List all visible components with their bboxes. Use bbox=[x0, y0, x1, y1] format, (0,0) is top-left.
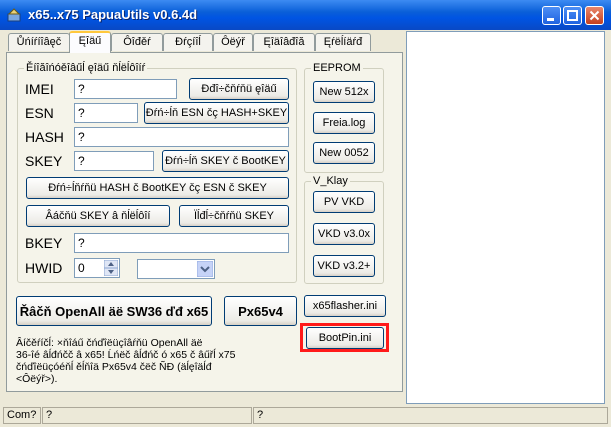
hwid-select[interactable] bbox=[137, 259, 215, 279]
vkd-v32-button[interactable]: VKD v3.2+ bbox=[313, 255, 375, 277]
minimize-button[interactable] bbox=[542, 6, 561, 25]
warning-note: Âíčěŕíčĺ: ×ňîáű čńďîëüçîâŕňü OpenAll äë … bbox=[16, 337, 236, 385]
chevron-down-icon[interactable] bbox=[197, 261, 213, 277]
pv-vkd-button[interactable]: PV VKD bbox=[313, 191, 375, 213]
app-window: x65..x75 PapuaUtils v0.6.4d Ůńíŕíîâęč Ęî… bbox=[0, 0, 611, 427]
px65v4-button[interactable]: Px65v4 bbox=[224, 296, 297, 326]
minimize-icon bbox=[547, 18, 554, 21]
bkey-input[interactable]: ? bbox=[74, 233, 289, 253]
spinner-arrows-icon[interactable] bbox=[104, 260, 118, 276]
status-com: Com? bbox=[3, 407, 41, 424]
tab-codes[interactable]: Ęîäű bbox=[69, 31, 111, 53]
tab-flash[interactable]: Ôëýř bbox=[213, 33, 253, 51]
calc-esn-button[interactable]: Đŕń÷ĺň ESN čç HASH+SKEY bbox=[144, 102, 289, 124]
bootpin-highlight-frame bbox=[300, 323, 389, 352]
status-cell-2: ? bbox=[42, 407, 252, 424]
x65flasher-ini-button[interactable]: x65flasher.ini bbox=[304, 295, 386, 317]
skey-label: SKEY bbox=[25, 153, 63, 169]
close-icon bbox=[589, 10, 600, 21]
imei-input[interactable]: ? bbox=[74, 79, 177, 99]
tab-misc[interactable]: Đŕçíîĺ bbox=[163, 33, 213, 51]
write-skey-button[interactable]: Âáčňü SKEY â ňĺëĺôîí bbox=[26, 205, 170, 227]
freia-log-button[interactable]: Freia.log bbox=[313, 112, 375, 134]
openall-button[interactable]: Řâčň OpenAll äë SW36 ďđ x65 bbox=[16, 296, 212, 326]
vkd-v30x-button[interactable]: VKD v3.0x bbox=[313, 223, 375, 245]
maximize-icon bbox=[567, 10, 578, 21]
hwid-label: HWID bbox=[25, 260, 63, 276]
imei-label: IMEI bbox=[25, 81, 54, 97]
esn-input[interactable]: ? bbox=[74, 103, 138, 123]
eeprom-group-title: EEPROM bbox=[311, 62, 363, 74]
hash-input[interactable]: ? bbox=[74, 127, 289, 147]
calc-hash-bootkey-button[interactable]: Đŕń÷ĺňŕňü HASH č BootKEY čç ESN č SKEY bbox=[26, 177, 289, 199]
title-bar[interactable]: x65..x75 PapuaUtils v0.6.4d bbox=[0, 0, 611, 30]
bkey-label: BKEY bbox=[25, 235, 63, 251]
reread-skey-button[interactable]: Ïĺđĺ÷čňŕňü SKEY bbox=[179, 205, 289, 227]
skey-input[interactable]: ? bbox=[74, 151, 154, 171]
log-panel[interactable] bbox=[406, 31, 605, 404]
esn-label: ESN bbox=[25, 105, 54, 121]
status-bar: Com? ? ? bbox=[0, 404, 611, 427]
status-cell-3: ? bbox=[253, 407, 608, 424]
window-title: x65..x75 PapuaUtils v0.6.4d bbox=[28, 7, 198, 22]
new-512x-button[interactable]: New 512x bbox=[313, 81, 375, 103]
calc-skey-button[interactable]: Đŕń÷ĺň SKEY č BootKEY bbox=[162, 150, 289, 172]
tab-tools[interactable]: Ůńíŕíîâęč bbox=[8, 33, 70, 51]
read-codes-button[interactable]: Đđî÷čňŕňü ęîäű bbox=[189, 78, 289, 100]
maximize-button[interactable] bbox=[563, 6, 582, 25]
tab-strip: Ůńíŕíîâęč Ęîäű Ôîđěŕ Đŕçíîĺ Ôëýř Ęîäîâđî… bbox=[6, 31, 402, 53]
new-0052-button[interactable]: New 0052 bbox=[313, 142, 375, 164]
tab-codegen[interactable]: Ęîäîâđîă bbox=[253, 33, 315, 51]
tab-calendar[interactable]: Ęŕëĺíäŕđ bbox=[315, 33, 371, 51]
close-button[interactable] bbox=[585, 6, 604, 25]
app-icon bbox=[7, 8, 21, 22]
hash-label: HASH bbox=[25, 129, 64, 145]
hwid-spinner[interactable]: 0 bbox=[74, 258, 120, 278]
phone-codes-group-title: Ěíîăîńóěîâűĺ ęîäű ňĺëĺôîíŕ bbox=[24, 62, 148, 74]
hwid-value: 0 bbox=[78, 261, 85, 275]
tab-form[interactable]: Ôîđěŕ bbox=[111, 33, 163, 51]
vklay-group-title: V_Klay bbox=[311, 175, 350, 187]
